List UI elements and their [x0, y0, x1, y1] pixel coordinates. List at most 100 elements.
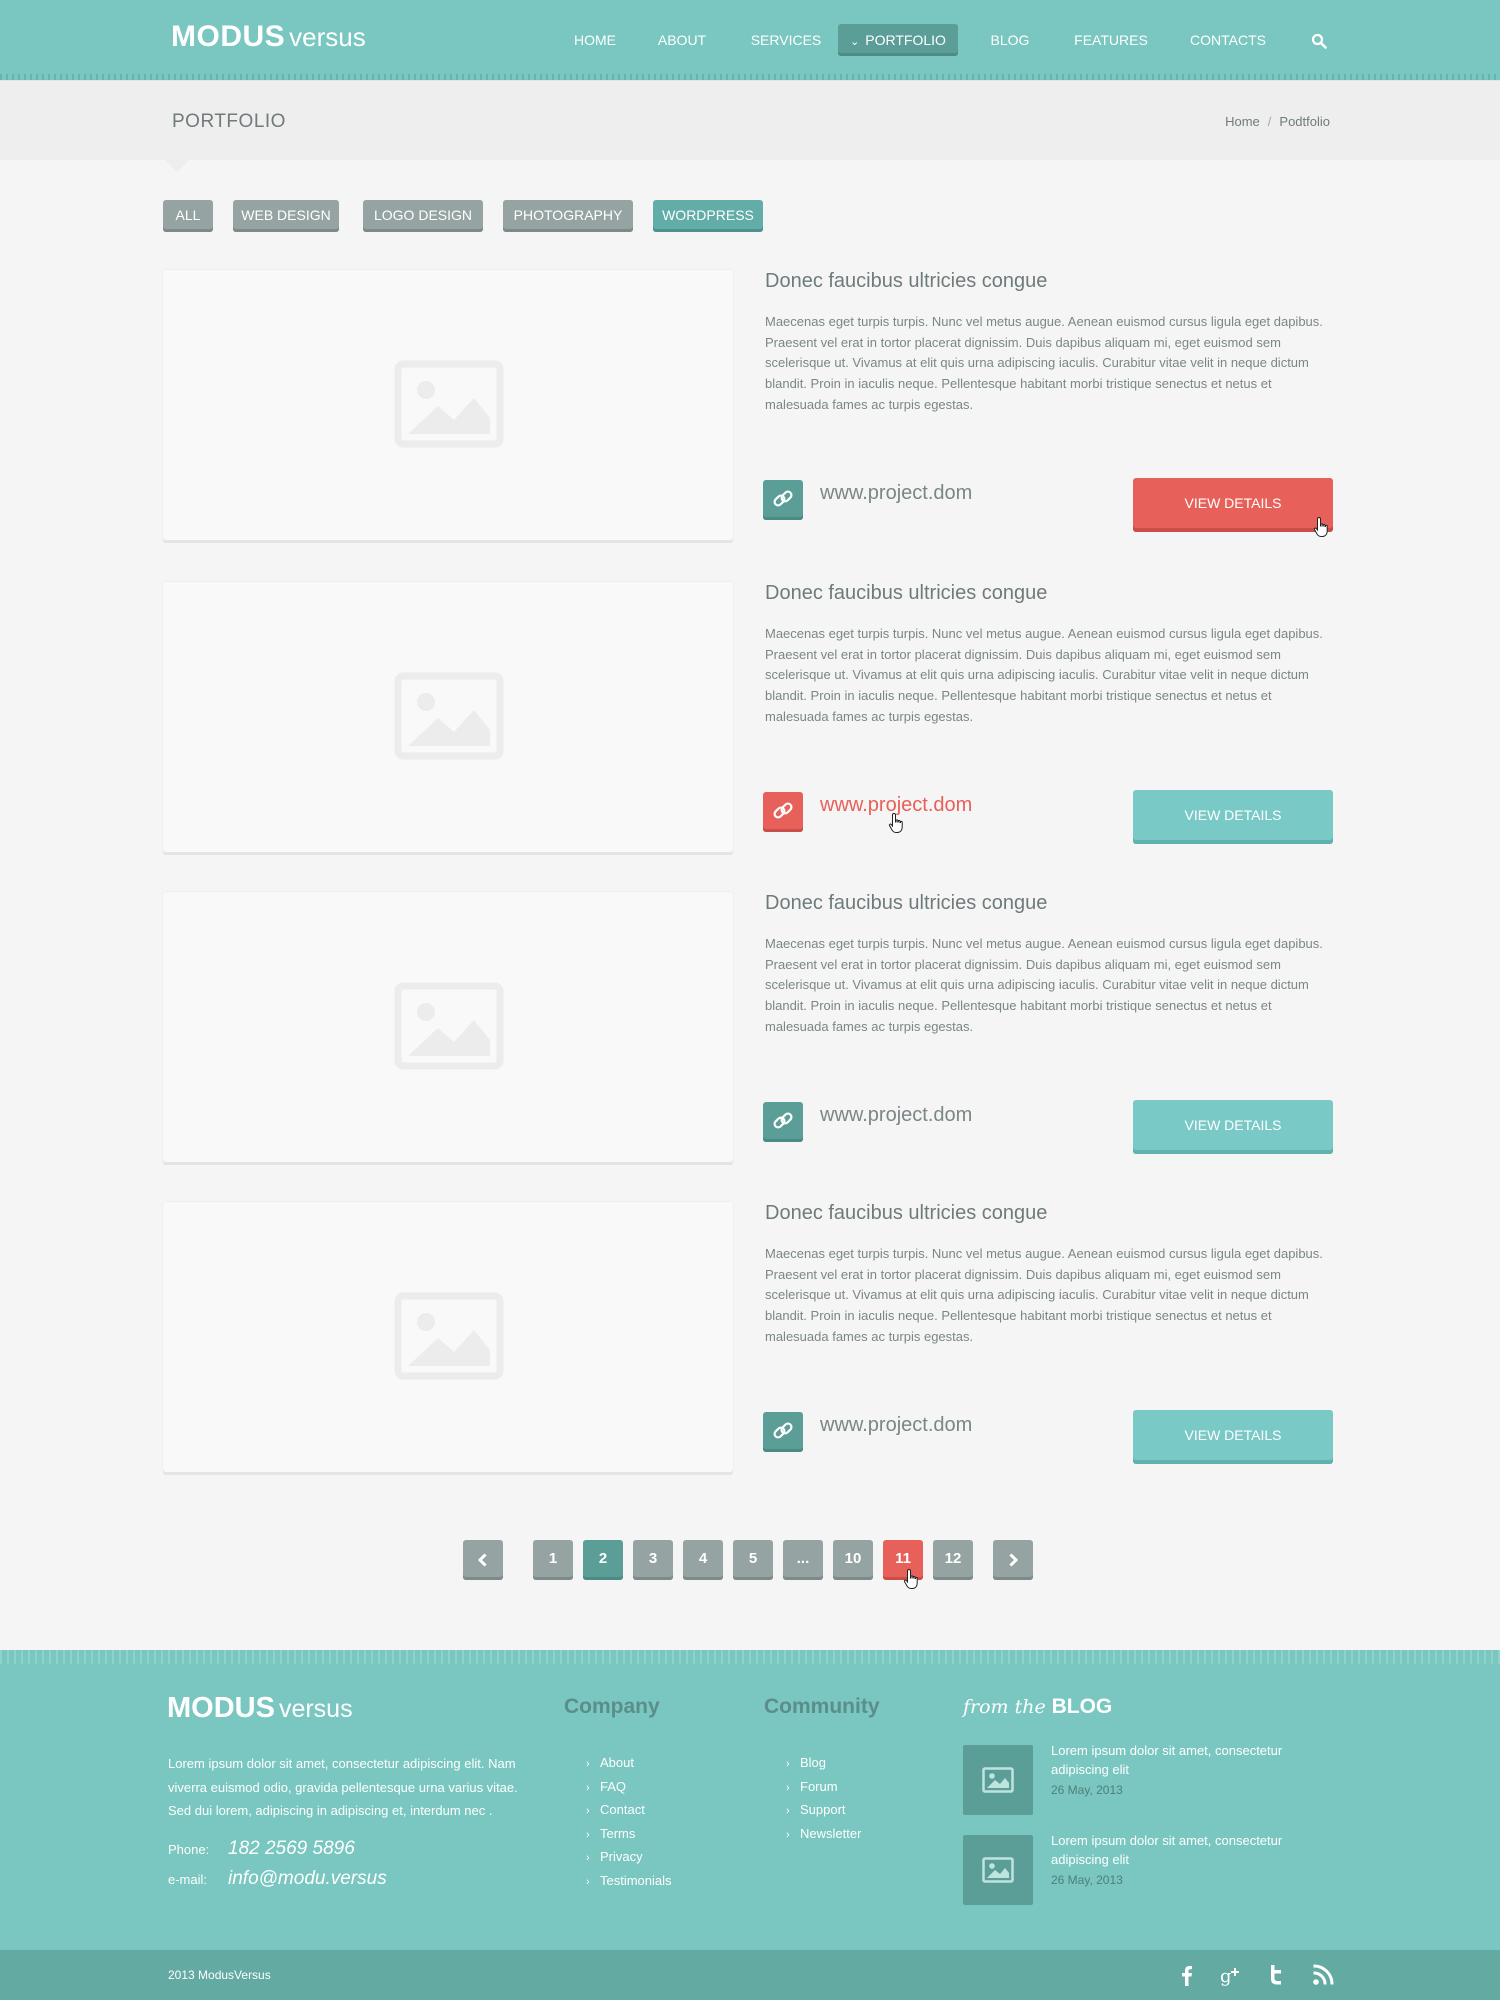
filter-logo-design[interactable]: LOGO DESIGN [363, 200, 483, 232]
image-placeholder-icon [394, 1292, 504, 1380]
logo[interactable]: MODUS versus [171, 20, 366, 54]
page-button[interactable]: 5 [733, 1540, 773, 1580]
community-links: › Blog › Forum › Support › Newsletter [786, 1751, 861, 1845]
page-button[interactable]: 1 [533, 1540, 573, 1580]
page-button[interactable]: 4 [683, 1540, 723, 1580]
page-button[interactable]: 10 [833, 1540, 873, 1580]
footer-logo[interactable]: MODUS versus [167, 1692, 353, 1725]
footer-blog-post: Lorem ipsum dolor sit amet, consectetur … [963, 1833, 1333, 1905]
footer-link-blog[interactable]: › Blog [786, 1751, 861, 1775]
project-item: Donec faucibus ultricies congue Maecenas… [163, 1202, 1333, 1474]
footer-logo-light: versus [278, 1695, 353, 1723]
project-link[interactable]: www.project.dom [820, 794, 972, 817]
project-title: Donec faucibus ultricies congue [765, 582, 1048, 604]
filter-photography[interactable]: PHOTOGRAPHY [503, 200, 633, 232]
project-link[interactable]: www.project.dom [820, 482, 972, 505]
footer-link-label: Newsletter [800, 1825, 862, 1841]
nav-portfolio[interactable]: ⌄ PORTFOLIO [838, 24, 958, 56]
footer-link-label: Support [800, 1802, 846, 1817]
footer-link-label: Testimonials [600, 1872, 672, 1888]
title-notch [165, 160, 189, 172]
blog-heading-pre: from the [963, 1696, 1046, 1718]
view-details-button[interactable]: VIEW DETAILS [1133, 1100, 1333, 1154]
project-link[interactable]: www.project.dom [820, 1104, 972, 1127]
page-title: PORTFOLIO [172, 111, 286, 132]
email-address[interactable]: info@modu.versus [228, 1868, 387, 1890]
nav-home[interactable]: HOME [555, 24, 635, 56]
page-ellipsis[interactable]: ... [783, 1540, 823, 1580]
chevron-right-icon: › [586, 1758, 590, 1770]
project-link[interactable]: www.project.dom [820, 1414, 972, 1437]
footer-blog-post: Lorem ipsum dolor sit amet, consectetur … [963, 1743, 1333, 1815]
footer-link-terms[interactable]: › Terms [586, 1822, 672, 1846]
project-link-button[interactable] [763, 1412, 803, 1452]
project-link-button[interactable] [763, 480, 803, 520]
link-icon [773, 1422, 793, 1439]
project-description: Maecenas eget turpis turpis. Nunc vel me… [765, 936, 1323, 1034]
project-link-button[interactable] [763, 792, 803, 832]
chevron-right-icon: › [586, 1875, 590, 1888]
footer-link-support[interactable]: › Support [786, 1798, 861, 1822]
blog-post-date: 26 May, 2013 [1051, 1873, 1123, 1887]
nav-contacts[interactable]: CONTACTS [1187, 24, 1269, 56]
footer-link-label: Forum [800, 1778, 838, 1794]
page-button[interactable]: 12 [933, 1540, 973, 1580]
search-icon[interactable] [1311, 33, 1327, 49]
breadcrumb-home[interactable]: Home [1225, 114, 1260, 129]
project-thumbnail[interactable] [163, 582, 733, 852]
nav-blog[interactable]: BLOG [970, 24, 1050, 56]
community-heading: Community [764, 1695, 880, 1718]
image-placeholder-icon [982, 1857, 1014, 1883]
pagination-prev-button[interactable] [463, 1540, 503, 1580]
footer-link-about[interactable]: › About [586, 1751, 672, 1775]
company-heading: Company [564, 1695, 660, 1718]
footer-link-label: About [600, 1755, 634, 1770]
footer-link-newsletter[interactable]: › Newsletter [786, 1822, 861, 1846]
filter-wordpress[interactable]: WORDPRESS [653, 200, 763, 232]
view-details-button[interactable]: VIEW DETAILS [1133, 790, 1333, 844]
blog-post-title[interactable]: Lorem ipsum dolor sit amet, consectetur … [1051, 1741, 1331, 1779]
nav-portfolio-label: PORTFOLIO [865, 32, 946, 48]
project-thumbnail[interactable] [163, 270, 733, 540]
phone-number[interactable]: 182 2569 5896 [228, 1838, 355, 1860]
pagination-next-button[interactable] [993, 1540, 1033, 1580]
project-thumbnail[interactable] [163, 892, 733, 1162]
nav-features[interactable]: FEATURES [1070, 24, 1152, 56]
page-button-current[interactable]: 2 [583, 1540, 623, 1580]
blog-thumbnail[interactable] [963, 1835, 1033, 1905]
twitter-icon[interactable] [1264, 1962, 1290, 1988]
footer-link-forum[interactable]: › Forum [786, 1775, 861, 1799]
footer-link-privacy[interactable]: › Privacy [586, 1845, 672, 1869]
breadcrumb-current: Podtfolio [1279, 114, 1330, 129]
project-item: Donec faucibus ultricies congue Maecenas… [163, 892, 1333, 1164]
project-thumbnail[interactable] [163, 1202, 733, 1472]
blog-post-title[interactable]: Lorem ipsum dolor sit amet, consectetur … [1051, 1831, 1331, 1869]
facebook-icon[interactable] [1174, 1962, 1200, 1988]
filter-all[interactable]: ALL [163, 200, 213, 232]
page-button[interactable]: 3 [633, 1540, 673, 1580]
chevron-right-icon: › [786, 1805, 790, 1817]
email-label: e-mail: [168, 1872, 208, 1887]
footer-link-testimonials[interactable]: › Testimonials [586, 1869, 672, 1893]
chevron-right-icon: › [786, 1781, 790, 1794]
nav-about[interactable]: ABOUT [642, 24, 722, 56]
view-details-button[interactable]: VIEW DETAILS [1133, 1410, 1333, 1464]
project-link-button[interactable] [763, 1102, 803, 1142]
footer-link-faq[interactable]: › FAQ [586, 1775, 672, 1799]
breadcrumb-separator: / [1267, 114, 1272, 129]
image-placeholder-icon [982, 1767, 1014, 1793]
footer-bottom-bar: 2013 ModusVersus g [0, 1950, 1500, 2000]
google-plus-icon[interactable]: g [1219, 1962, 1245, 1988]
nav-services[interactable]: SERVICES [746, 24, 826, 56]
company-links: › About › FAQ › Contact › Terms › Privacy › Te… [586, 1751, 672, 1892]
blog-thumbnail[interactable] [963, 1745, 1033, 1815]
rss-icon[interactable] [1310, 1962, 1336, 1988]
footer-link-contact[interactable]: › Contact [586, 1798, 672, 1822]
footer-link-label: Contact [600, 1802, 645, 1817]
page-button-hovered[interactable]: 11 [883, 1540, 923, 1580]
footer-link-label: Terms [600, 1825, 636, 1841]
filter-web-design[interactable]: WEB DESIGN [233, 200, 339, 232]
site-header: MODUS versus HOME ABOUT SERVICES ⌄ PORTFOL… [0, 0, 1500, 80]
chevron-right-icon: › [786, 1828, 790, 1841]
view-details-button[interactable]: VIEW DETAILS [1133, 478, 1333, 532]
